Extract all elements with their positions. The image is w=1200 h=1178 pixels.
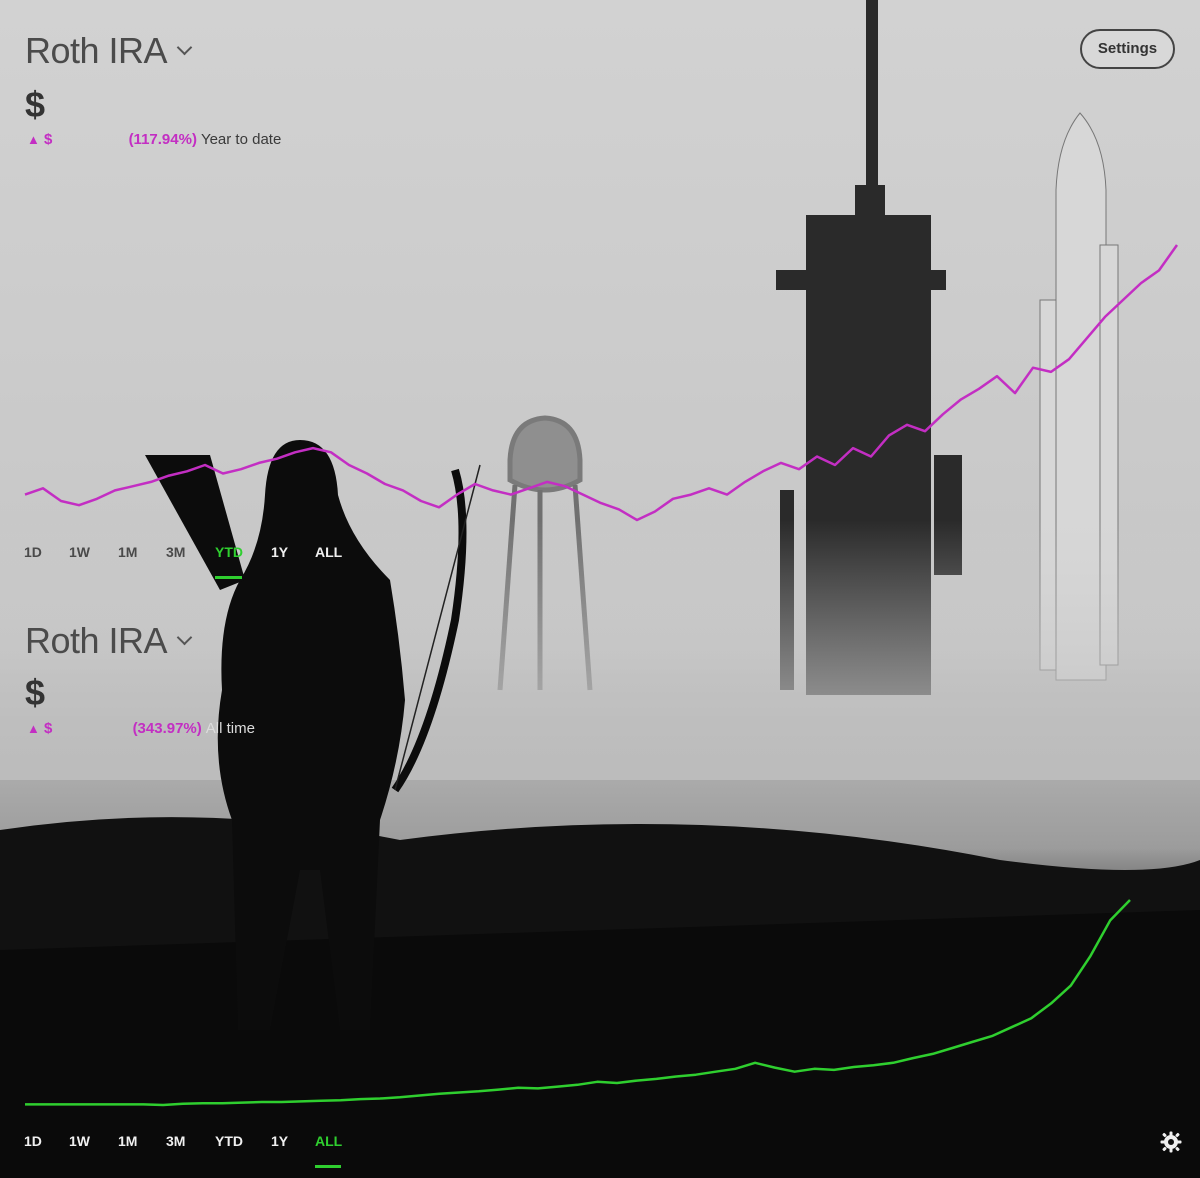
- selected-tab-indicator: [315, 1165, 341, 1168]
- tab-1m[interactable]: 1M: [118, 544, 137, 560]
- selected-tab-indicator: [215, 576, 242, 579]
- change-percent: (117.94%): [128, 131, 197, 148]
- change-percent: (343.97%): [132, 720, 202, 737]
- change-currency: $: [44, 131, 53, 148]
- change-period: Year to date: [200, 131, 282, 148]
- account-selector-top[interactable]: Roth IRA: [25, 30, 193, 72]
- account-name: Roth IRA: [25, 30, 168, 71]
- triangle-up-icon: ▲: [27, 721, 40, 736]
- account-balance: $: [25, 672, 46, 713]
- settings-button[interactable]: Settings: [1080, 29, 1175, 69]
- tab-all[interactable]: ALL: [315, 1133, 342, 1149]
- change-currency: $: [44, 720, 53, 737]
- change-period: All time: [205, 720, 255, 737]
- account-name: Roth IRA: [25, 620, 168, 661]
- tab-all[interactable]: ALL: [315, 544, 342, 560]
- ytd-chart-line: [24, 244, 1179, 522]
- tab-ytd[interactable]: YTD: [215, 1133, 243, 1149]
- tab-3m[interactable]: 3M: [166, 1133, 185, 1149]
- account-balance: $: [25, 84, 46, 125]
- tab-ytd[interactable]: YTD: [215, 544, 243, 560]
- tab-1m[interactable]: 1M: [118, 1133, 137, 1149]
- gear-icon[interactable]: [1159, 1130, 1183, 1154]
- tab-1d[interactable]: 1D: [24, 544, 42, 560]
- chevron-down-icon: [176, 39, 193, 56]
- change-row-top: ▲ $ (117.94%) Year to date: [27, 131, 281, 148]
- account-selector-bottom[interactable]: Roth IRA: [25, 620, 193, 662]
- triangle-up-icon: ▲: [27, 132, 40, 147]
- tab-1w[interactable]: 1W: [69, 544, 90, 560]
- tab-1w[interactable]: 1W: [69, 1133, 90, 1149]
- chevron-down-icon: [176, 629, 193, 646]
- ytd-chart: [24, 244, 1179, 1107]
- tab-3m[interactable]: 3M: [166, 544, 185, 560]
- all-time-chart-line: [25, 899, 1131, 1107]
- tab-1d[interactable]: 1D: [24, 1133, 42, 1149]
- change-row-bottom: ▲ $ (343.97%) All time: [27, 720, 255, 737]
- tab-1y[interactable]: 1Y: [271, 1133, 288, 1149]
- tab-1y[interactable]: 1Y: [271, 544, 288, 560]
